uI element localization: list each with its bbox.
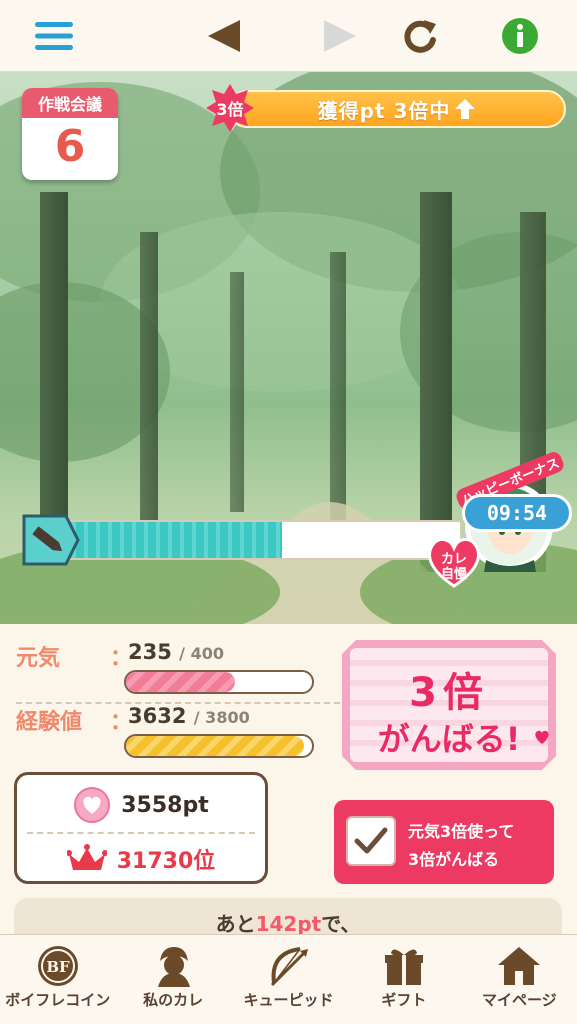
meeting-label: 作戦会議	[22, 88, 118, 118]
bonus-banner-pill: 獲得pt 3倍中	[228, 90, 566, 128]
option-line1: 元気3倍使って	[408, 822, 515, 841]
svg-text:BF: BF	[46, 958, 70, 976]
triple-energy-option[interactable]: 元気3倍使って 3倍がんばる	[334, 800, 554, 884]
points-value: 3558pt	[121, 792, 209, 818]
tab-label: ボイフレコイン	[5, 991, 111, 1009]
energy-label: 元気	[16, 646, 61, 671]
bonus-timer: 09:54	[462, 494, 572, 532]
energy-bar-fill	[126, 672, 236, 692]
forward-arrow-icon[interactable]	[318, 14, 362, 58]
points-rank-box: 3558pt 31730位	[14, 772, 268, 884]
checkmark-icon	[354, 827, 388, 854]
gift-icon	[384, 949, 423, 985]
exp-bar-fill	[126, 736, 304, 756]
option-line2: 3倍がんばる	[408, 850, 500, 869]
progress-fill	[64, 522, 282, 558]
note-text: あと142ptで、	[14, 908, 562, 937]
rank-row: 31730位	[17, 833, 265, 885]
exp-value: 3632	[128, 704, 187, 728]
happy-bonus-badge[interactable]: ハッピーボーナス カレ 自慢	[424, 449, 574, 614]
forest-scene: 作戦会議 6 獲得pt 3倍中 3倍 ハッピーボーナス カレ 自慢	[0, 72, 577, 624]
progress-track	[62, 520, 462, 560]
tab-label: ギフト	[381, 991, 427, 1009]
top-bar	[0, 0, 577, 72]
multiplier-label: 3倍	[216, 100, 244, 119]
tab-label: マイページ	[481, 991, 557, 1009]
crown-icon	[66, 844, 107, 870]
tab-label: キューピッド	[243, 991, 334, 1009]
exp-bar	[124, 734, 314, 758]
tab-label: 私のカレ	[143, 991, 204, 1009]
tab-gift[interactable]: ギフト	[346, 935, 461, 1024]
exp-value-group: 3632 / 3800	[128, 704, 250, 728]
tab-cupid[interactable]: キューピッド	[231, 935, 346, 1024]
energy-value-group: 235 / 400	[128, 640, 224, 664]
rank-value: 31730位	[116, 849, 216, 874]
pink-heart-gem-icon	[74, 787, 111, 823]
brag-heart-badge: カレ 自慢	[426, 536, 482, 588]
boyfriend-icon	[158, 947, 191, 987]
reload-icon[interactable]	[398, 14, 442, 58]
triple-card-line1: 3倍	[409, 670, 489, 716]
brag-line2: 自慢	[440, 567, 467, 582]
cupid-bow-icon	[270, 947, 308, 987]
points-row: 3558pt	[17, 779, 265, 831]
note-prefix: あと	[215, 912, 256, 936]
pencil-icon	[22, 514, 80, 566]
energy-bar	[124, 670, 314, 694]
tab-my-page[interactable]: マイページ	[462, 935, 577, 1024]
tab-my-boyfriend[interactable]: 私のカレ	[115, 935, 230, 1024]
triple-effort-button[interactable]: 3倍 がんばる!	[342, 640, 556, 770]
back-arrow-icon[interactable]	[202, 14, 246, 58]
meeting-count: 6	[54, 121, 86, 172]
note-highlight: 142pt	[255, 912, 322, 936]
energy-value: 235	[128, 640, 172, 664]
hamburger-menu-icon[interactable]	[32, 14, 76, 58]
up-arrow-icon	[455, 99, 476, 119]
encounter-progress	[22, 514, 470, 566]
bottom-tab-bar: BF ボイフレコイン 私のカレ キューピッド ギフト マイページ	[0, 934, 577, 1024]
points-bonus-banner: 獲得pt 3倍中 3倍	[206, 84, 566, 132]
energy-max: / 400	[179, 644, 224, 663]
strategy-meeting-badge[interactable]: 作戦会議 6	[22, 88, 118, 180]
exp-label: 経験値	[16, 710, 83, 735]
triple-checkbox[interactable]	[346, 816, 396, 866]
tab-boyfriend-coin[interactable]: BF ボイフレコイン	[0, 935, 115, 1024]
home-icon	[498, 947, 541, 985]
info-icon[interactable]	[498, 14, 542, 58]
exp-max: / 3800	[193, 708, 250, 727]
note-suffix: で、	[321, 912, 361, 936]
coin-icon: BF	[37, 946, 78, 986]
multiplier-burst: 3倍	[206, 84, 254, 132]
triple-card-line2: がんばる!	[377, 720, 521, 758]
bonus-banner-text: 獲得pt 3倍中	[317, 98, 451, 123]
